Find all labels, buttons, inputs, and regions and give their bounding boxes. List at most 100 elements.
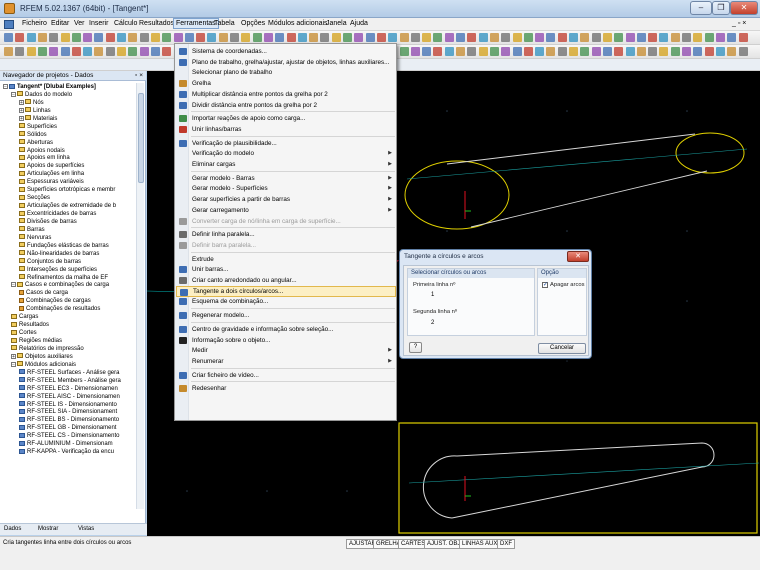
tree-node[interactable]: Aberturas bbox=[0, 139, 136, 147]
menu-modulos-adicionais[interactable]: Módulos adicionais bbox=[268, 20, 328, 27]
toolbar-button[interactable] bbox=[715, 47, 725, 56]
tree-expander-icon[interactable]: + bbox=[11, 353, 16, 359]
toolbar-button[interactable] bbox=[614, 47, 624, 56]
toolbar-button[interactable] bbox=[83, 33, 93, 42]
toolbar-button[interactable] bbox=[535, 33, 545, 42]
toolbar-button[interactable] bbox=[636, 33, 646, 42]
toolbar-button[interactable] bbox=[15, 47, 25, 56]
toolbar-button[interactable] bbox=[331, 33, 341, 42]
toolbar-button[interactable] bbox=[184, 33, 194, 42]
toolbar-button[interactable] bbox=[715, 33, 725, 42]
toolbar-button[interactable] bbox=[523, 47, 533, 56]
toolbar-button[interactable] bbox=[512, 47, 522, 56]
tools-menu-item[interactable]: Verificação de plausibilidade... bbox=[176, 138, 396, 149]
tree-node[interactable]: Combinações de resultados bbox=[0, 305, 136, 313]
toolbar-button[interactable] bbox=[682, 47, 691, 56]
toolbar-button[interactable] bbox=[670, 33, 680, 42]
tree-node[interactable]: Interseções de superfícies bbox=[0, 266, 136, 274]
toolbar-button[interactable] bbox=[286, 33, 296, 42]
tree-node[interactable]: + Materiais bbox=[0, 115, 136, 123]
toolbar-button[interactable] bbox=[117, 47, 126, 56]
toolbar-button[interactable] bbox=[376, 33, 386, 42]
status-toggle-dxf[interactable]: DXF bbox=[497, 539, 515, 549]
toolbar-button[interactable] bbox=[738, 33, 748, 42]
toolbar-button[interactable] bbox=[738, 47, 748, 56]
tools-menu-item[interactable]: Selecionar plano de trabalho bbox=[176, 67, 396, 78]
tree-node[interactable]: − Dados do modelo bbox=[0, 91, 136, 99]
toolbar-button[interactable] bbox=[636, 47, 646, 56]
toolbar-button[interactable] bbox=[275, 33, 285, 42]
toolbar-button[interactable] bbox=[196, 33, 206, 42]
document-menu-icon[interactable] bbox=[4, 20, 14, 29]
tree-expander-icon[interactable]: + bbox=[19, 115, 24, 121]
tree-node[interactable]: Casos de carga bbox=[0, 289, 136, 297]
status-toggle-linhas-aux[interactable]: LINHAS AUX. bbox=[459, 539, 503, 549]
tree-expander-icon[interactable]: + bbox=[19, 107, 24, 113]
toolbar-button[interactable] bbox=[444, 33, 454, 42]
toolbar-button[interactable] bbox=[422, 47, 432, 56]
toolbar-button[interactable] bbox=[433, 47, 443, 56]
toolbar-button[interactable] bbox=[444, 47, 454, 56]
toolbar-button[interactable] bbox=[569, 47, 578, 56]
tree-node[interactable]: Sólidos bbox=[0, 131, 136, 139]
tree-node[interactable]: − Casos e combinações de carga bbox=[0, 281, 136, 289]
toolbar-button[interactable] bbox=[105, 33, 115, 42]
toolbar-button[interactable] bbox=[410, 33, 420, 42]
toolbar-button[interactable] bbox=[37, 47, 47, 56]
tools-menu-item[interactable]: Medir ▶ bbox=[176, 345, 396, 356]
toolbar-button[interactable] bbox=[704, 47, 714, 56]
tree-node[interactable]: Barras bbox=[0, 226, 136, 234]
tools-menu-item[interactable]: Criar canto arredondado ou angular... bbox=[176, 275, 396, 286]
toolbar-button[interactable] bbox=[648, 47, 658, 56]
toolbar-button[interactable] bbox=[83, 47, 93, 56]
toolbar-button[interactable] bbox=[26, 47, 36, 56]
menu-janela[interactable]: Janela bbox=[326, 20, 347, 27]
tree-node[interactable]: Apoios nodais bbox=[0, 147, 136, 155]
tree-expander-icon[interactable]: − bbox=[11, 361, 16, 367]
tools-menu-item[interactable]: Importar reações de apoio como carga... bbox=[176, 113, 396, 124]
tools-menu-item[interactable]: Regenerar modelo... bbox=[176, 310, 396, 321]
toolbar-button[interactable] bbox=[625, 47, 635, 56]
toolbar-button[interactable] bbox=[591, 33, 601, 42]
second-line-value[interactable]: 2 bbox=[431, 320, 434, 326]
tree-node[interactable]: RF-STEEL IS - Dimensionamento bbox=[0, 401, 136, 409]
tools-menu-item[interactable]: Renumerar ▶ bbox=[176, 356, 396, 367]
tools-menu-item[interactable]: Gerar superfícies a partir de barras ▶ bbox=[176, 194, 396, 205]
toolbar-button[interactable] bbox=[128, 47, 138, 56]
tree-node[interactable]: + Objetos auxiliares bbox=[0, 353, 136, 361]
navigator-scroll-thumb[interactable] bbox=[138, 93, 144, 183]
menu-opcoes[interactable]: Opções bbox=[241, 20, 265, 27]
tree-node[interactable]: RF-ALUMINIUM - Dimensionam bbox=[0, 440, 136, 448]
tools-menu-item[interactable]: Gerar modelo - Superfícies ▶ bbox=[176, 183, 396, 194]
toolbar-button[interactable] bbox=[252, 33, 262, 42]
tools-menu-item[interactable]: Multiplicar distância entre pontos da gr… bbox=[176, 89, 396, 100]
tree-node[interactable]: RF-STEEL SIA - Dimensionament bbox=[0, 408, 136, 416]
navigator-scrollbar[interactable] bbox=[136, 83, 144, 509]
tools-menu-item[interactable]: Verificação do modelo ▶ bbox=[176, 148, 396, 159]
menu-calculo[interactable]: Cálculo bbox=[114, 20, 137, 27]
tools-menu-item[interactable]: Informação sobre o objeto... bbox=[176, 335, 396, 346]
toolbar-button[interactable] bbox=[94, 47, 104, 56]
toolbar-button[interactable] bbox=[49, 33, 59, 42]
maximize-button[interactable]: ❐ bbox=[712, 1, 730, 15]
tree-node[interactable]: Regiões médias bbox=[0, 337, 136, 345]
tools-menu-item[interactable]: Centro de gravidade e informação sobre s… bbox=[176, 324, 396, 335]
toolbar-button[interactable] bbox=[489, 47, 499, 56]
mdi-window-controls[interactable]: _ ▫ × bbox=[732, 20, 746, 27]
tree-node[interactable]: RF-STEEL Surfaces - Análise gera bbox=[0, 369, 136, 377]
toolbar-button[interactable] bbox=[580, 33, 590, 42]
circle-line-2[interactable] bbox=[675, 132, 745, 174]
toolbar-button[interactable] bbox=[71, 33, 81, 42]
tree-node[interactable]: Articulações de extremidade de b bbox=[0, 202, 136, 210]
toolbar-button[interactable] bbox=[478, 47, 488, 56]
toolbar-button[interactable] bbox=[501, 47, 511, 56]
menu-editar[interactable]: Editar bbox=[51, 20, 69, 27]
toolbar-button[interactable] bbox=[625, 33, 635, 42]
tree-node[interactable]: Apoios de superfícies bbox=[0, 162, 136, 170]
toolbar-button[interactable] bbox=[60, 33, 70, 42]
tree-node[interactable]: Excentricidades de barras bbox=[0, 210, 136, 218]
tree-node[interactable]: RF-STEEL Members - Análise gera bbox=[0, 377, 136, 385]
tree-expander-icon[interactable]: − bbox=[11, 91, 16, 97]
close-window-button[interactable]: ✕ bbox=[730, 1, 758, 15]
menu-ferramentas[interactable]: Ferramentas bbox=[173, 18, 219, 29]
